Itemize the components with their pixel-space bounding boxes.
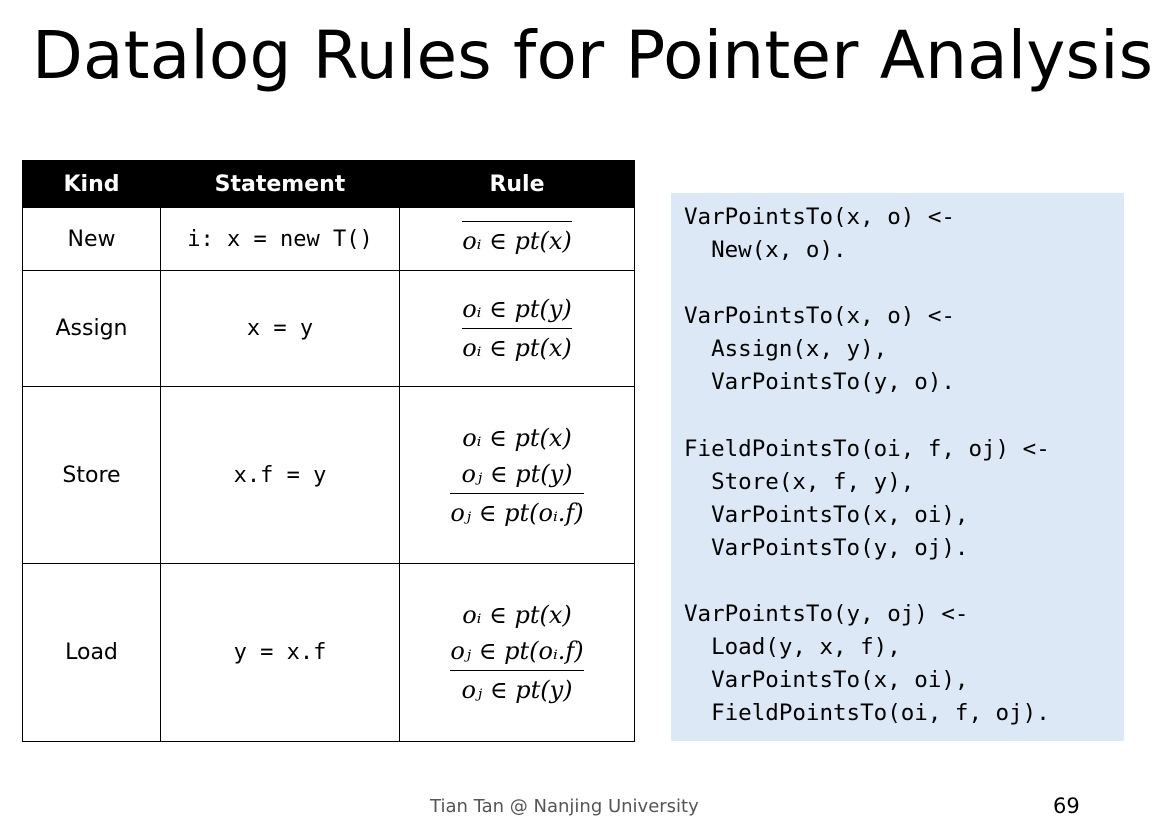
rule-conclusion: oᵢ ∈ pt(x) <box>462 226 572 255</box>
rules-table: Kind Statement Rule New i: x = new T() o… <box>22 160 635 742</box>
header-rule: Rule <box>399 160 635 208</box>
rule-cell: oᵢ ∈ pt(x) oⱼ ∈ pt(oᵢ.f) oⱼ ∈ pt(y) <box>399 563 635 742</box>
rule-bar <box>462 328 572 329</box>
kind-cell: Load <box>22 563 161 742</box>
rule-premise: oᵢ ∈ pt(y) <box>462 295 572 323</box>
footer-author: Tian Tan @ Nanjing University <box>430 796 699 817</box>
code-line: VarPointsTo(x, o) <- <box>684 303 955 330</box>
rule-premise: oⱼ ∈ pt(oᵢ.f) <box>450 637 584 665</box>
code-line: FieldPointsTo(oi, f, oj). <box>684 700 1050 727</box>
inference-rule: oᵢ ∈ pt(x) oⱼ ∈ pt(oᵢ.f) oⱼ ∈ pt(y) <box>450 597 584 708</box>
code-line: VarPointsTo(x, oi), <box>684 667 969 694</box>
code-line: VarPointsTo(y, oj) <- <box>684 601 969 628</box>
rule-cell: oᵢ ∈ pt(x) oⱼ ∈ pt(y) oⱼ ∈ pt(oᵢ.f) <box>399 386 635 564</box>
rule-premise: oᵢ ∈ pt(x) <box>462 601 572 629</box>
inference-rule: oᵢ ∈ pt(x) <box>462 220 572 259</box>
rule-premise: oᵢ ∈ pt(x) <box>462 423 572 452</box>
rule-bar <box>450 670 584 671</box>
code-line: New(x, o). <box>684 237 847 264</box>
slide-title: Datalog Rules for Pointer Analysis <box>32 17 1154 94</box>
kind-cell: Store <box>22 386 161 564</box>
rule-conclusion: oⱼ ∈ pt(oᵢ.f) <box>450 498 584 527</box>
statement-cell: x.f = y <box>160 386 400 564</box>
code-line: VarPointsTo(y, oj). <box>684 534 969 561</box>
code-line: Load(y, x, f), <box>684 634 901 661</box>
rule-conclusion: oᵢ ∈ pt(x) <box>462 334 572 362</box>
code-line: Assign(x, y), <box>684 336 888 363</box>
table-row: Store x.f = y oᵢ ∈ pt(x) oⱼ ∈ pt(y) oⱼ ∈… <box>22 386 635 564</box>
page-number: 69 <box>1053 794 1080 818</box>
kind-cell: New <box>22 207 161 271</box>
inference-rule: oᵢ ∈ pt(y) oᵢ ∈ pt(x) <box>462 291 572 366</box>
datalog-code-block: VarPointsTo(x, o) <- New(x, o). VarPoint… <box>671 193 1124 741</box>
statement-cell: y = x.f <box>160 563 400 742</box>
statement-cell: x = y <box>160 270 400 387</box>
inference-rule: oᵢ ∈ pt(x) oⱼ ∈ pt(y) oⱼ ∈ pt(oᵢ.f) <box>450 420 584 531</box>
statement-cell: i: x = new T() <box>160 207 400 271</box>
rule-conclusion: oⱼ ∈ pt(y) <box>461 676 573 704</box>
code-line: Store(x, f, y), <box>684 468 915 495</box>
code-line: VarPointsTo(x, o) <- <box>684 204 955 230</box>
table-row: New i: x = new T() oᵢ ∈ pt(x) <box>22 207 635 271</box>
rule-premise: oⱼ ∈ pt(y) <box>461 459 573 488</box>
rule-bar <box>450 492 584 494</box>
rule-cell: oᵢ ∈ pt(y) oᵢ ∈ pt(x) <box>399 270 635 387</box>
table-row: Assign x = y oᵢ ∈ pt(y) oᵢ ∈ pt(x) <box>22 270 635 387</box>
header-kind: Kind <box>22 160 161 208</box>
table-row: Load y = x.f oᵢ ∈ pt(x) oⱼ ∈ pt(oᵢ.f) oⱼ… <box>22 563 635 742</box>
code-line: VarPointsTo(x, oi), <box>684 501 969 528</box>
code-line: FieldPointsTo(oi, f, oj) <- <box>684 435 1050 462</box>
rule-cell: oᵢ ∈ pt(x) <box>399 207 635 271</box>
rule-bar <box>462 220 572 222</box>
kind-cell: Assign <box>22 270 161 387</box>
code-line: VarPointsTo(y, o). <box>684 369 955 396</box>
header-statement: Statement <box>160 160 400 208</box>
table-header-row: Kind Statement Rule <box>22 160 635 208</box>
